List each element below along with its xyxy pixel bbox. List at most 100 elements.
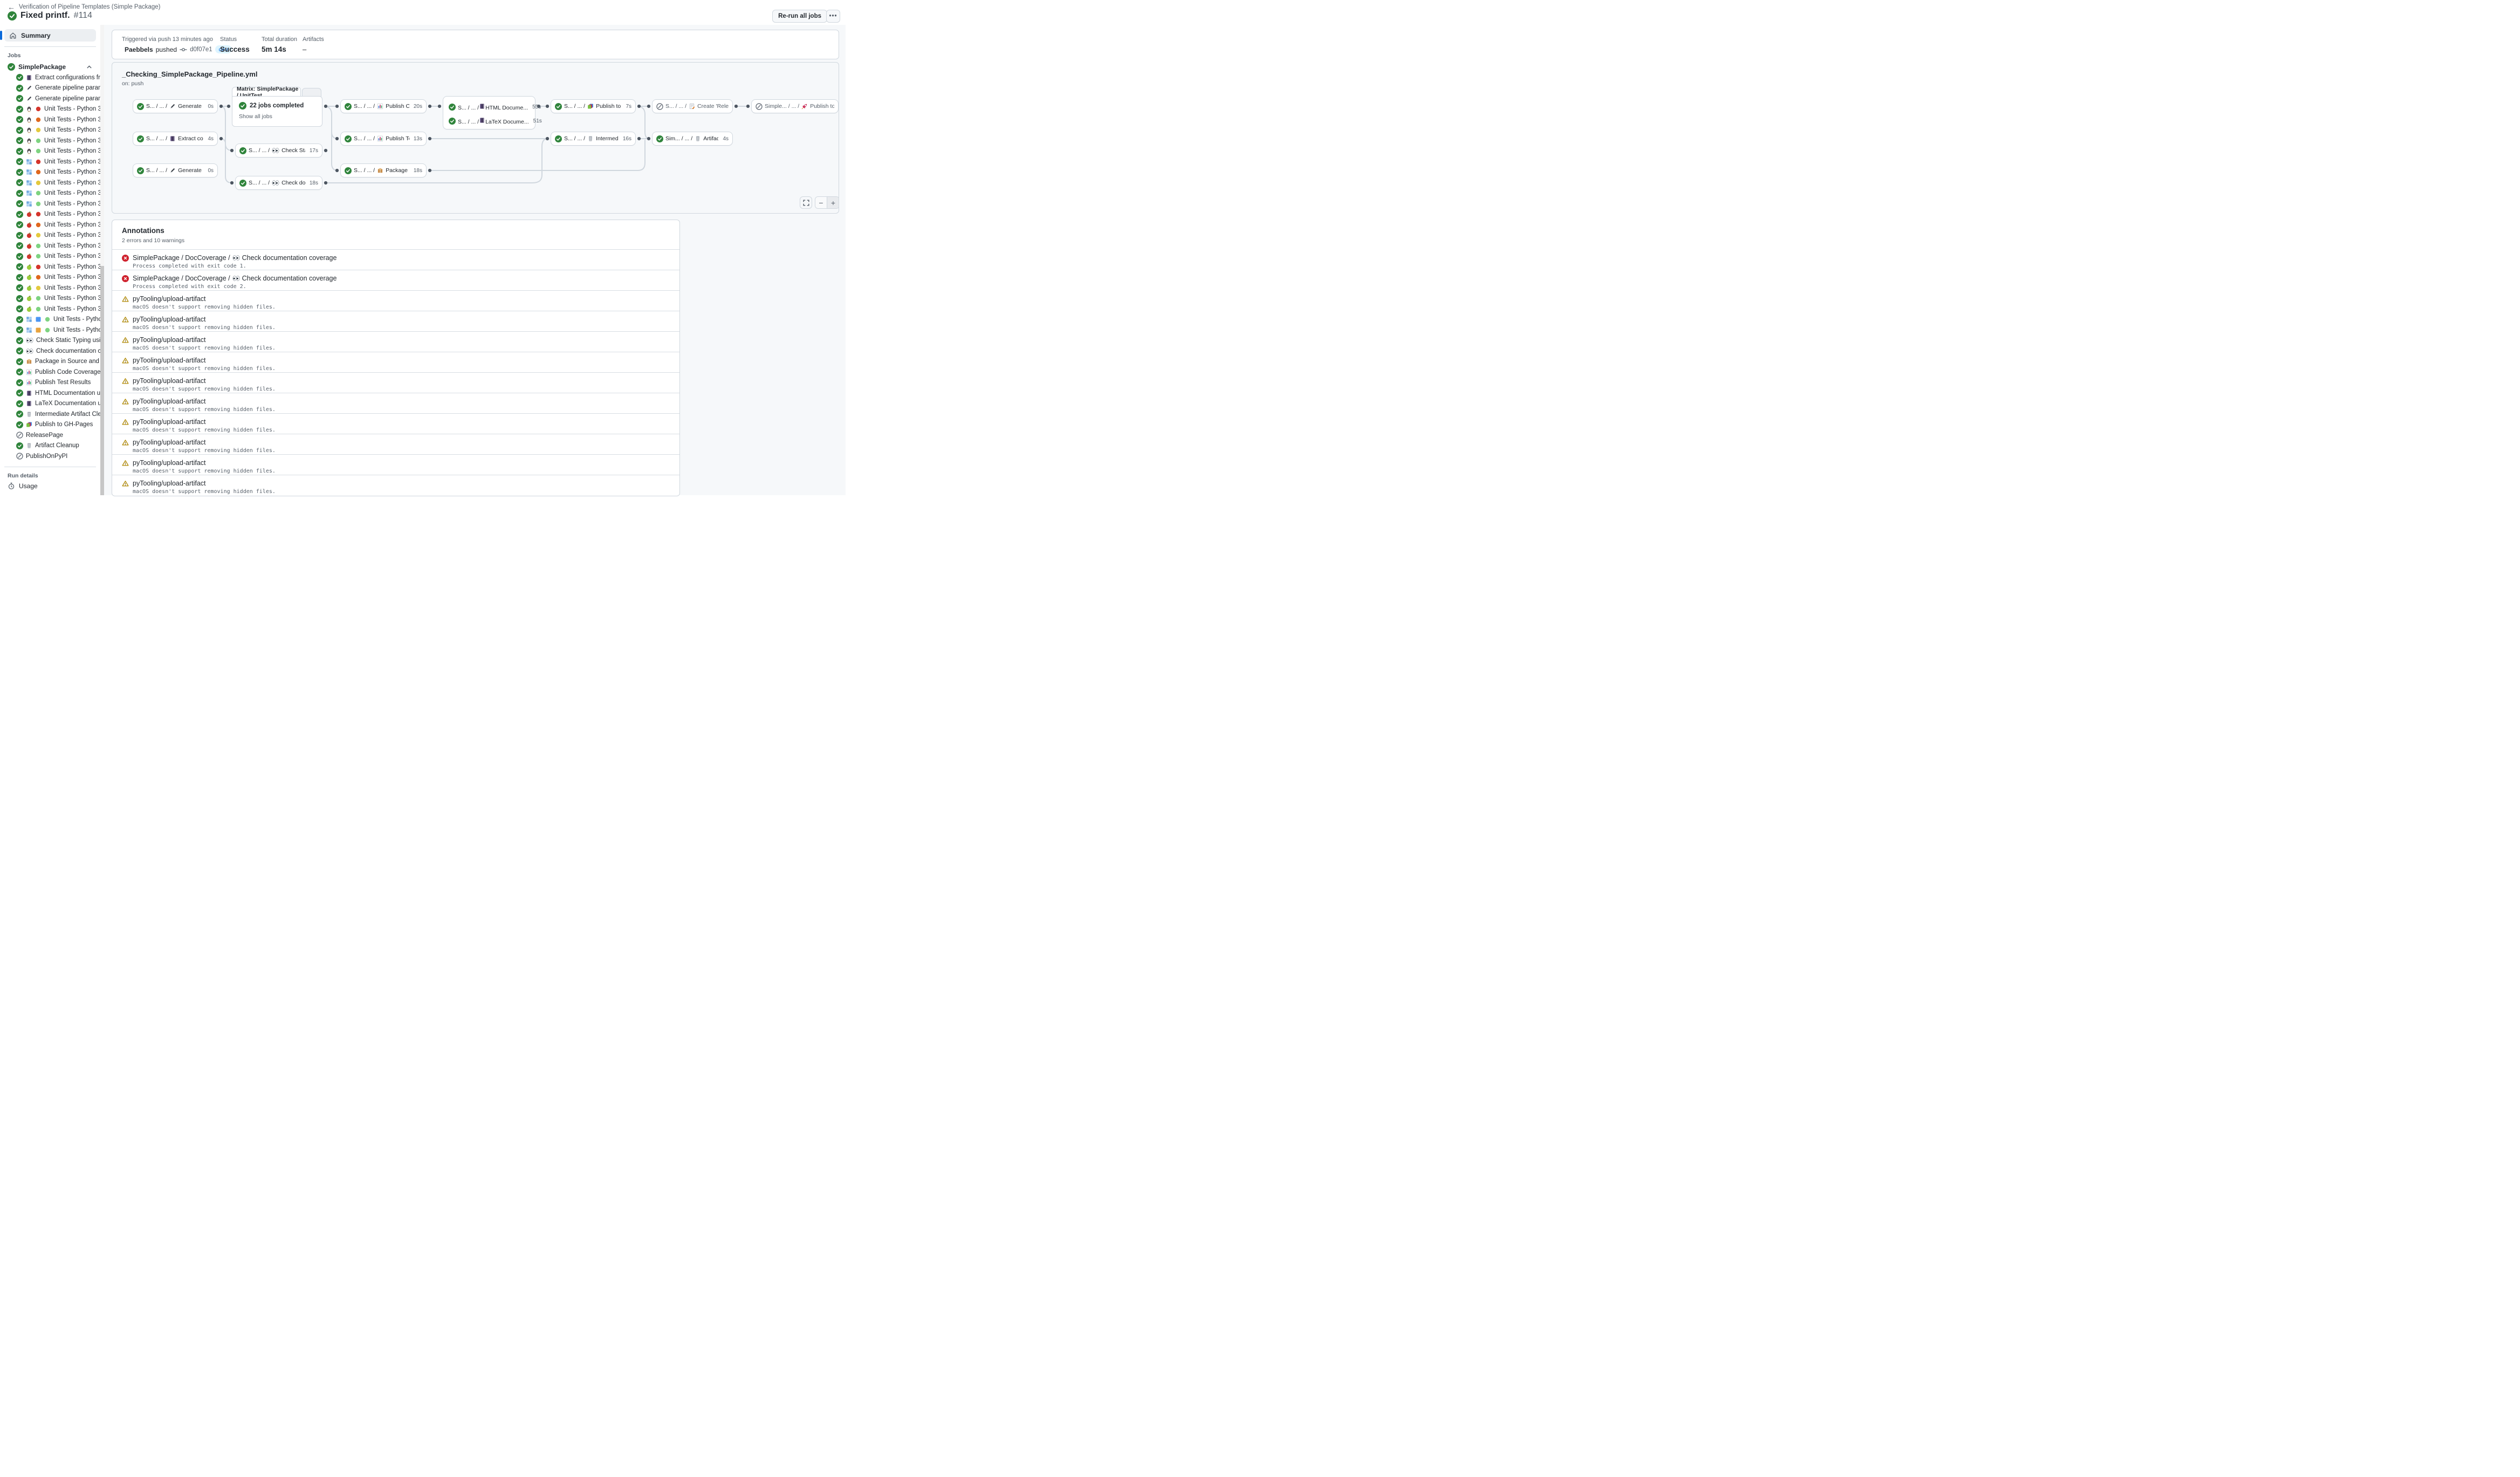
sidebar-job-item[interactable]: Unit Tests - Python 3.9 <box>0 156 100 167</box>
fullscreen-button[interactable] <box>800 196 812 209</box>
pen-icon <box>169 167 176 174</box>
annotation-title[interactable]: SimplePackage / DocCoverage /Check docum… <box>133 275 337 282</box>
graph-node-cdoc[interactable]: S... / ... /Check docume...18s <box>235 176 322 190</box>
linux-icon <box>26 117 32 123</box>
sidebar-job-item[interactable]: PublishOnPyPI <box>0 451 100 462</box>
rerun-all-jobs-button[interactable]: Re-run all jobs <box>772 10 827 23</box>
sidebar-item-usage[interactable]: Usage <box>0 481 100 491</box>
job-label: PublishOnPyPI <box>26 453 67 460</box>
sidebar-job-item[interactable]: Intermediate Artifact Cleanup <box>0 409 100 420</box>
node-label: Publish Code C... <box>386 103 409 110</box>
sidebar-job-item[interactable]: Unit Tests - Python 3.9 <box>0 209 100 220</box>
back-arrow-icon[interactable]: ← <box>8 3 15 11</box>
sidebar-job-item[interactable]: Unit Tests - Python 3.10 <box>0 272 100 283</box>
sidebar-job-item[interactable]: HTML Documentation using ... <box>0 388 100 399</box>
graph-node-pubcode[interactable]: S... / ... /Publish Code C...20s <box>340 99 427 113</box>
sidebar-job-item[interactable]: Unit Tests - Python 3.13 <box>0 304 100 314</box>
sidebar-job-item[interactable]: Unit Tests - Python 3.10 <box>0 220 100 230</box>
sidebar-job-item[interactable]: Unit Tests - Python 3.12 <box>0 325 100 336</box>
sidebar-job-item[interactable]: Artifact Cleanup <box>0 441 100 452</box>
show-all-jobs-link[interactable]: Show all jobs <box>239 113 322 120</box>
annotation-title[interactable]: pyTooling/upload-artifact <box>133 439 276 446</box>
sidebar-job-item[interactable]: Unit Tests - Python 3.12 <box>0 314 100 325</box>
graph-node-release[interactable]: S... / ... /Create 'Release Pa... <box>652 99 733 113</box>
sidebar-scrollbar[interactable] <box>100 25 104 495</box>
job-list: Extract configurations from p...Generate… <box>0 72 100 462</box>
sidebar-item-workflow-file[interactable]: Workflow file <box>0 494 100 496</box>
node-duration: 13s <box>411 136 422 142</box>
sidebar-job-item[interactable]: Unit Tests - Python 3.11 <box>0 283 100 293</box>
actor-name[interactable]: Paebbels <box>125 46 153 53</box>
sidebar-job-item[interactable]: ReleasePage <box>0 430 100 441</box>
annotation-title[interactable]: pyTooling/upload-artifact <box>133 316 276 323</box>
graph-node-cstatic[interactable]: S... / ... /Check Static Ty...17s <box>235 143 322 158</box>
node-label: Check Static Ty... <box>281 147 305 154</box>
graph-node-extract[interactable]: S... / ... /Extract configur...4s <box>133 132 218 146</box>
sidebar-job-item[interactable]: Check documentation covera... <box>0 346 100 357</box>
sidebar-job-item[interactable]: LaTeX Documentation using ... <box>0 399 100 409</box>
sidebar-job-item[interactable]: Package in Source and Wheel... <box>0 357 100 367</box>
sidebar-item-summary[interactable]: Summary <box>4 29 96 42</box>
sidebar-job-item[interactable]: Publish to GH-Pages <box>0 420 100 430</box>
annotation-title[interactable]: pyTooling/upload-artifact <box>133 398 276 405</box>
graph-node-latex[interactable]: S... / ... /LaTeX Docume...51s <box>443 114 535 128</box>
matrix-node[interactable]: 22 jobs completed Show all jobs <box>232 96 322 127</box>
graph-node-pubtest[interactable]: S... / ... /Publish Test Re...13s <box>340 132 427 146</box>
kebab-menu-button[interactable]: ••• <box>826 10 840 23</box>
scrollbar-thumb[interactable] <box>100 266 104 495</box>
job-label: Package in Source and Wheel... <box>35 358 100 365</box>
sidebar-job-item[interactable]: Unit Tests - Python 3.12 <box>0 293 100 304</box>
dot-yellow-icon <box>35 180 42 186</box>
graph-node-artifact[interactable]: Sim... / ... /Artifact Cleanup4s <box>652 132 733 146</box>
graph-node-html[interactable]: S... / ... /HTML Docume...55s <box>443 100 535 114</box>
graph-node-gen1[interactable]: S... / ... /Generate pipelin...0s <box>133 99 218 113</box>
graph-node-pypi[interactable]: Simple... / ... /Publish to PyPI <box>751 99 839 113</box>
graph-node-package[interactable]: S... / ... /Package in Sou...18s <box>340 163 427 177</box>
annotation-title[interactable]: pyTooling/upload-artifact <box>133 377 276 385</box>
annotation-title[interactable]: pyTooling/upload-artifact <box>133 357 276 364</box>
sidebar-job-item[interactable]: Unit Tests - Python 3.12 <box>0 135 100 146</box>
sidebar-job-item[interactable]: Check Static Typing using Pyt... <box>0 336 100 346</box>
dot-orange-icon <box>35 117 42 123</box>
annotation-title[interactable]: pyTooling/upload-artifact <box>133 295 276 303</box>
sidebar-job-item[interactable]: Unit Tests - Python 3.10 <box>0 167 100 178</box>
sidebar-job-item[interactable]: Unit Tests - Python 3.11 <box>0 230 100 241</box>
sidebar-job-item[interactable]: Unit Tests - Python 3.11 <box>0 125 100 136</box>
sidebar-job-item[interactable]: Publish Code Coverage Results <box>0 367 100 378</box>
annotation-message: macOS doesn't support removing hidden fi… <box>133 407 276 413</box>
sidebar-job-item[interactable]: Unit Tests - Python 3.9 <box>0 262 100 272</box>
annotation-title[interactable]: pyTooling/upload-artifact <box>133 418 276 426</box>
warning-icon <box>122 316 129 323</box>
zoom-out-button[interactable]: − <box>815 197 827 208</box>
workflow-group-simplepackage[interactable]: SimplePackage <box>8 63 96 71</box>
zoom-in-button[interactable]: + <box>827 197 839 208</box>
chevron-up-icon[interactable] <box>86 64 93 71</box>
book-icon <box>479 117 485 124</box>
annotation-title[interactable]: pyTooling/upload-artifact <box>133 480 276 487</box>
sidebar-job-item[interactable]: Generate pipeline parameters <box>0 83 100 94</box>
breadcrumb-link[interactable]: Verification of Pipeline Templates (Simp… <box>19 4 161 10</box>
sidebar-job-item[interactable]: Unit Tests - Python 3.13 <box>0 146 100 157</box>
commit-sha[interactable]: d0f07e1 <box>190 46 212 53</box>
matrix-tab[interactable]: Matrix: SimplePackage / UnitTest... <box>232 87 301 97</box>
sidebar-job-item[interactable]: Unit Tests - Python 3.10 <box>0 114 100 125</box>
sidebar-job-item[interactable]: Unit Tests - Python 3.12 <box>0 188 100 199</box>
sidebar-job-item[interactable]: Unit Tests - Python 3.13 <box>0 199 100 209</box>
sidebar-job-item[interactable]: Unit Tests - Python 3.9 <box>0 104 100 115</box>
sidebar-job-item[interactable]: Unit Tests - Python 3.13 <box>0 251 100 262</box>
summary-label: Summary <box>21 32 51 39</box>
annotation-title[interactable]: pyTooling/upload-artifact <box>133 459 276 467</box>
graph-node-interm[interactable]: S... / ... /Intermediate A...16s <box>551 132 636 146</box>
sidebar-job-item[interactable]: Unit Tests - Python 3.11 <box>0 177 100 188</box>
sidebar-job-item[interactable]: Publish Test Results <box>0 378 100 388</box>
sidebar-job-item[interactable]: Generate pipeline parameters <box>0 93 100 104</box>
success-check-icon <box>16 221 23 228</box>
sidebar-job-item[interactable]: Unit Tests - Python 3.12 <box>0 241 100 251</box>
sidebar-job-item[interactable]: Extract configurations from p... <box>0 72 100 83</box>
dot-green-icon <box>35 138 42 144</box>
annotation-title[interactable]: SimplePackage / DocCoverage /Check docum… <box>133 254 337 262</box>
graph-node-gen2[interactable]: S... / ... /Generate pipelin...0s <box>133 163 218 177</box>
annotation-title[interactable]: pyTooling/upload-artifact <box>133 336 276 344</box>
graph-node-ghp[interactable]: S... / ... /Publish to GH-P...7s <box>551 99 636 113</box>
success-check-icon <box>16 179 23 186</box>
